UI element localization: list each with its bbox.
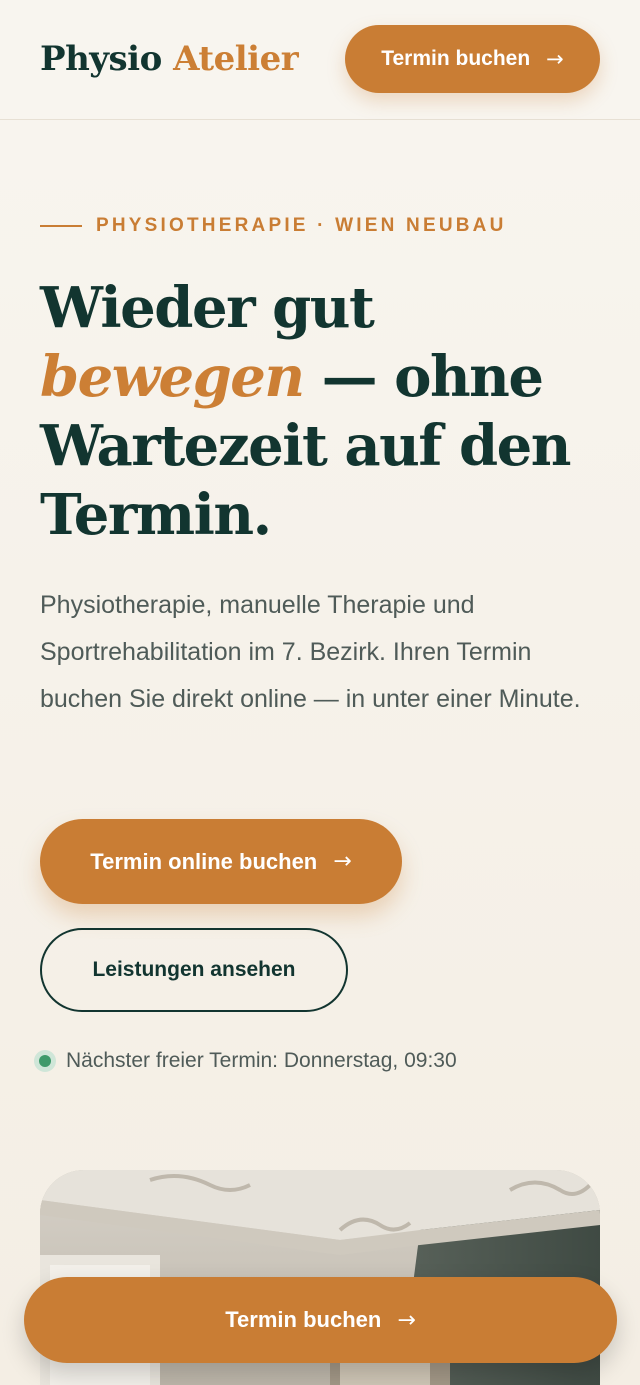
- headline-line-2-rest: — ohne: [303, 344, 544, 410]
- sticky-book-button[interactable]: Termin buchen →: [24, 1277, 617, 1363]
- headline-line-4: Termin.: [40, 482, 272, 548]
- availability-status: Nächster freier Termin: Donnerstag, 09:3…: [34, 1046, 457, 1076]
- hero-lead: Physiotherapie, manuelle Therapie und Sp…: [40, 591, 581, 713]
- headline-line-1: Wieder gut: [40, 275, 375, 341]
- hero-headline: Wieder gut bewegen — ohne Wartezeit auf …: [40, 274, 620, 550]
- header-book-button[interactable]: Termin buchen →: [345, 25, 600, 93]
- availability-text: Nächster freier Termin: Donnerstag, 09:3…: [66, 1049, 457, 1072]
- arrow-right-icon: →: [546, 47, 564, 71]
- services-label: Leistungen ansehen: [92, 958, 296, 981]
- eyebrow-rule: [40, 225, 82, 227]
- site-header: Physio Atelier Termin buchen →: [0, 0, 640, 120]
- sticky-book-label: Termin buchen: [225, 1307, 382, 1332]
- arrow-right-icon: →: [397, 1307, 416, 1333]
- status-dot-icon: [34, 1050, 56, 1072]
- eyebrow-text: PHYSIOTHERAPIE · WIEN NEUBAU: [96, 215, 507, 236]
- arrow-right-icon: →: [333, 849, 352, 874]
- headline-line-3: Wartezeit auf den: [40, 413, 571, 479]
- headline-accent: bewegen: [40, 344, 305, 410]
- brand-name-first: Physio: [40, 39, 162, 79]
- book-online-button[interactable]: Termin online buchen →: [40, 819, 402, 904]
- services-button[interactable]: Leistungen ansehen: [40, 928, 348, 1012]
- book-online-label: Termin online buchen: [90, 848, 318, 874]
- header-book-label: Termin buchen: [381, 47, 531, 70]
- brand-logo[interactable]: Physio Atelier: [40, 38, 299, 80]
- hero-eyebrow: PHYSIOTHERAPIE · WIEN NEUBAU: [40, 212, 507, 240]
- brand-name-second: Atelier: [173, 39, 299, 79]
